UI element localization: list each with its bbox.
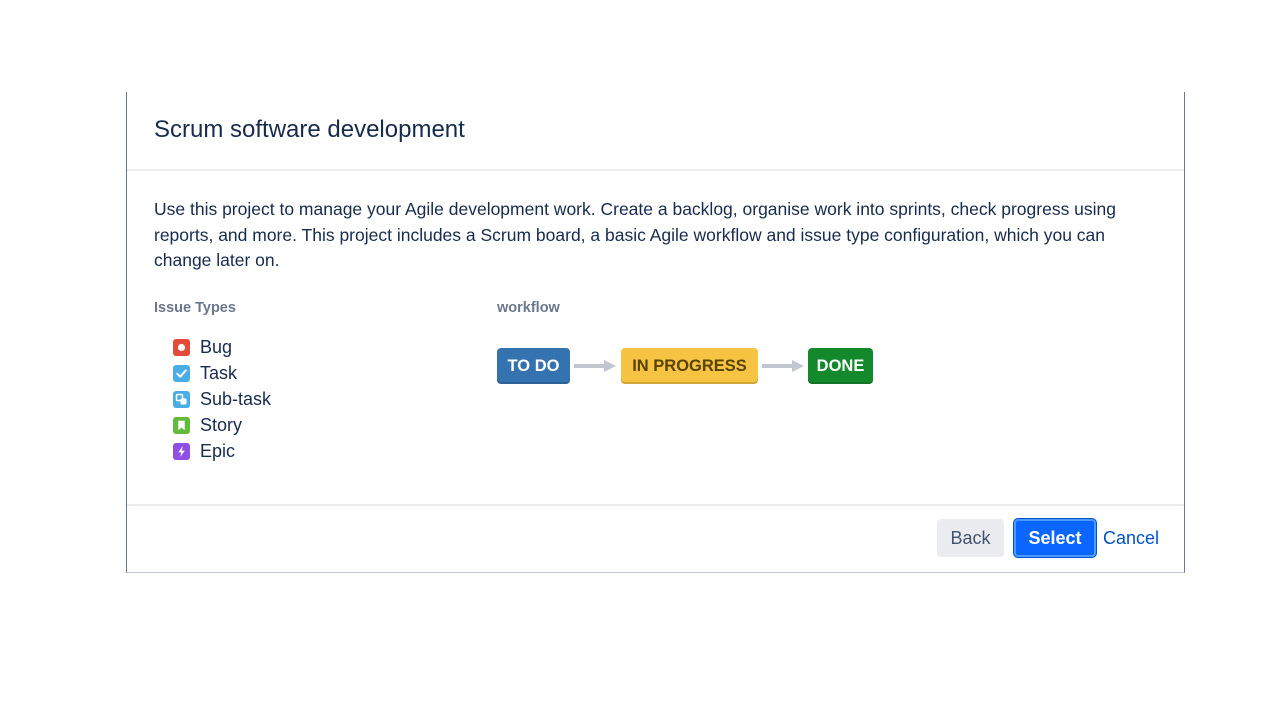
list-item: Story — [173, 412, 271, 438]
issue-type-label: Task — [200, 363, 238, 384]
dialog-footer: Back Select Cancel — [127, 504, 1184, 572]
issue-type-label: Epic — [200, 440, 236, 461]
workflow-step-todo: TO DO — [497, 348, 570, 384]
workflow-arrow-icon — [762, 360, 804, 372]
project-description: Use this project to manage your Agile de… — [154, 199, 1117, 270]
dialog-header: Scrum software development — [127, 92, 1184, 171]
workflow-step-in-progress: IN PROGRESS — [621, 348, 758, 384]
back-button[interactable]: Back — [937, 519, 1004, 557]
story-icon — [173, 416, 190, 434]
select-button[interactable]: Select — [1014, 519, 1096, 557]
issue-type-label: Sub-task — [200, 388, 272, 409]
workflow-arrow-icon — [574, 360, 616, 372]
list-item: Bug — [173, 335, 271, 361]
issue-types-label: Issue Types — [154, 300, 236, 316]
subtask-icon — [173, 390, 190, 408]
epic-icon — [173, 442, 190, 460]
bug-icon — [173, 339, 190, 357]
dialog-title: Scrum software development — [154, 116, 465, 143]
workflow-step-done: DONE — [808, 348, 873, 384]
list-item: Task — [173, 361, 271, 387]
cancel-button[interactable]: Cancel — [1101, 519, 1161, 557]
issue-type-label: Story — [200, 414, 243, 435]
workflow-label: workflow — [497, 300, 560, 316]
task-icon — [173, 365, 190, 383]
project-template-dialog: Scrum software development Use this proj… — [126, 92, 1185, 573]
issue-types-list: Bug Task Sub-task Story Epic — [173, 335, 271, 464]
issue-type-label: Bug — [200, 337, 233, 358]
list-item: Epic — [173, 438, 271, 464]
list-item: Sub-task — [173, 387, 271, 413]
